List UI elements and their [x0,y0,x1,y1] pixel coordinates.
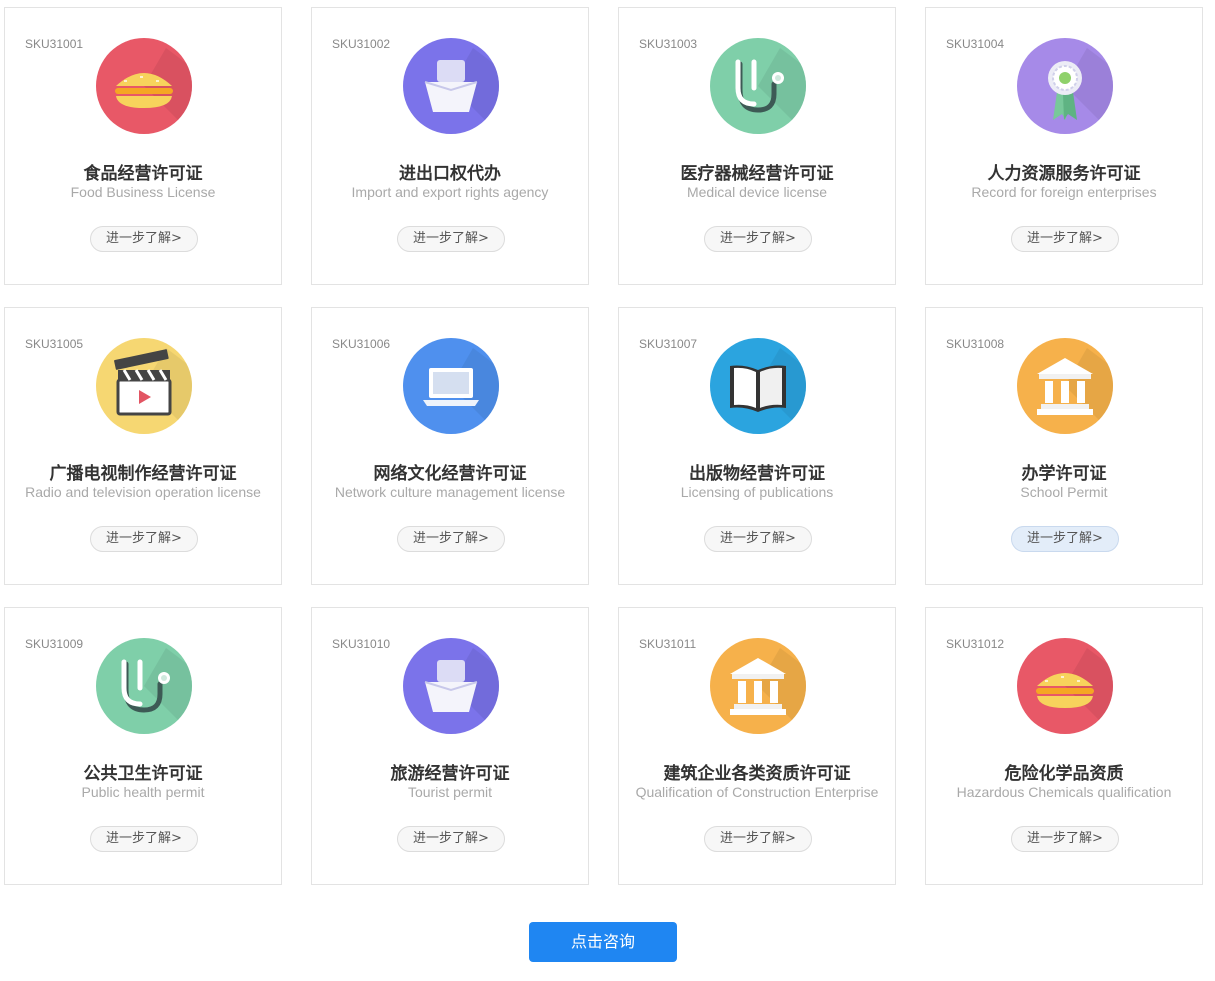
license-title: 网络文化经营许可证 [373,464,527,484]
license-title: 进出口权代办 [399,164,501,184]
learn-more-button[interactable]: 进一步了解> [90,226,198,252]
learn-more-button[interactable]: 进一步了解> [704,826,812,852]
license-card: SKU31001 食品经营许可证 Food Business License 进一步了… [4,7,282,285]
open-book-icon [710,338,806,434]
award-ribbon-icon [1017,38,1113,134]
license-title: 食品经营许可证 [83,164,203,184]
learn-more-button[interactable]: 进一步了解> [397,826,505,852]
stethoscope-icon [96,638,192,734]
sku-code: SKU31003 [639,37,698,51]
license-subtitle: Public health permit [81,784,205,800]
learn-more-button[interactable]: 进一步了解> [397,526,505,552]
learn-more-button[interactable]: 进一步了解> [704,526,812,552]
sku-code: SKU31006 [332,337,391,351]
license-title: 公共卫生许可证 [83,764,203,784]
sku-code: SKU31012 [946,637,1005,651]
laptop-icon [403,338,499,434]
burger-icon [1017,638,1113,734]
license-subtitle: Tourist permit [407,784,493,800]
learn-more-button[interactable]: 进一步了解> [90,526,198,552]
sku-code: SKU31010 [332,637,391,651]
consult-button[interactable]: 点击咨询 [529,922,677,962]
license-subtitle: Licensing of publications [680,484,834,500]
license-title: 危险化学品资质 [1004,764,1124,784]
license-card: SKU31005 广播电视制作经营许可证 Radio and television … [4,307,282,585]
learn-more-button[interactable]: 进一步了解> [397,226,505,252]
license-title: 办学许可证 [1021,464,1107,484]
license-card: SKU31007 出版物经营许可证 Licensing of publication… [618,307,896,585]
license-subtitle: Record for foreign enterprises [971,184,1157,200]
institution-icon [1017,338,1113,434]
license-subtitle: Network culture management license [334,484,566,500]
license-card: SKU31008 办学许可证 School Permit 进一步了解> [925,307,1203,585]
license-card: SKU31009 公共卫生许可证 Public health permit 进一步了解… [4,607,282,885]
clapperboard-icon [96,338,192,434]
sku-code: SKU31009 [25,637,84,651]
sku-code: SKU31008 [946,337,1005,351]
license-title: 建筑企业各类资质许可证 [663,764,851,784]
license-subtitle: Qualification of Construction Enterprise [635,784,879,800]
learn-more-button[interactable]: 进一步了解> [704,226,812,252]
stethoscope-icon [710,38,806,134]
sku-code: SKU31005 [25,337,84,351]
learn-more-button[interactable]: 进一步了解> [90,826,198,852]
burger-icon [96,38,192,134]
license-subtitle: Medical device license [686,184,828,200]
ship-icon [403,38,499,134]
sku-code: SKU31007 [639,337,698,351]
sku-code: SKU31001 [25,37,84,51]
license-subtitle: Radio and television operation license [25,484,261,500]
license-subtitle: Hazardous Chemicals qualification [956,784,1172,800]
license-card: SKU31002 进出口权代办 Import and export rights a… [311,7,589,285]
license-title: 旅游经营许可证 [390,764,510,784]
license-card: SKU31006 网络文化经营许可证 Network culture managem… [311,307,589,585]
sku-code: SKU31002 [332,37,391,51]
license-title: 医疗器械经营许可证 [680,164,834,184]
license-subtitle: Food Business License [70,184,216,200]
learn-more-button[interactable]: 进一步了解> [1011,826,1119,852]
license-title: 广播电视制作经营许可证 [49,464,237,484]
license-card: SKU31012 危险化学品资质 Hazardous Chemicals quali… [925,607,1203,885]
license-card: SKU31011 建筑企业各类资质许可证 Qualification of Cons… [618,607,896,885]
license-subtitle: Import and export rights agency [351,184,549,200]
license-title: 出版物经营许可证 [689,464,825,484]
ship-icon [403,638,499,734]
institution-icon [710,638,806,734]
learn-more-button[interactable]: 进一步了解> [1011,526,1119,552]
license-card: SKU31003 医疗器械经营许可证 Medical device license 进… [618,7,896,285]
license-card: SKU31004 人力资源服务许可证 Record for foreign ente… [925,7,1203,285]
sku-code: SKU31011 [639,637,697,651]
license-subtitle: School Permit [1020,484,1108,500]
learn-more-button[interactable]: 进一步了解> [1011,226,1119,252]
sku-code: SKU31004 [946,37,1005,51]
license-card: SKU31010 旅游经营许可证 Tourist permit 进一步了解> [311,607,589,885]
license-title: 人力资源服务许可证 [987,164,1141,184]
